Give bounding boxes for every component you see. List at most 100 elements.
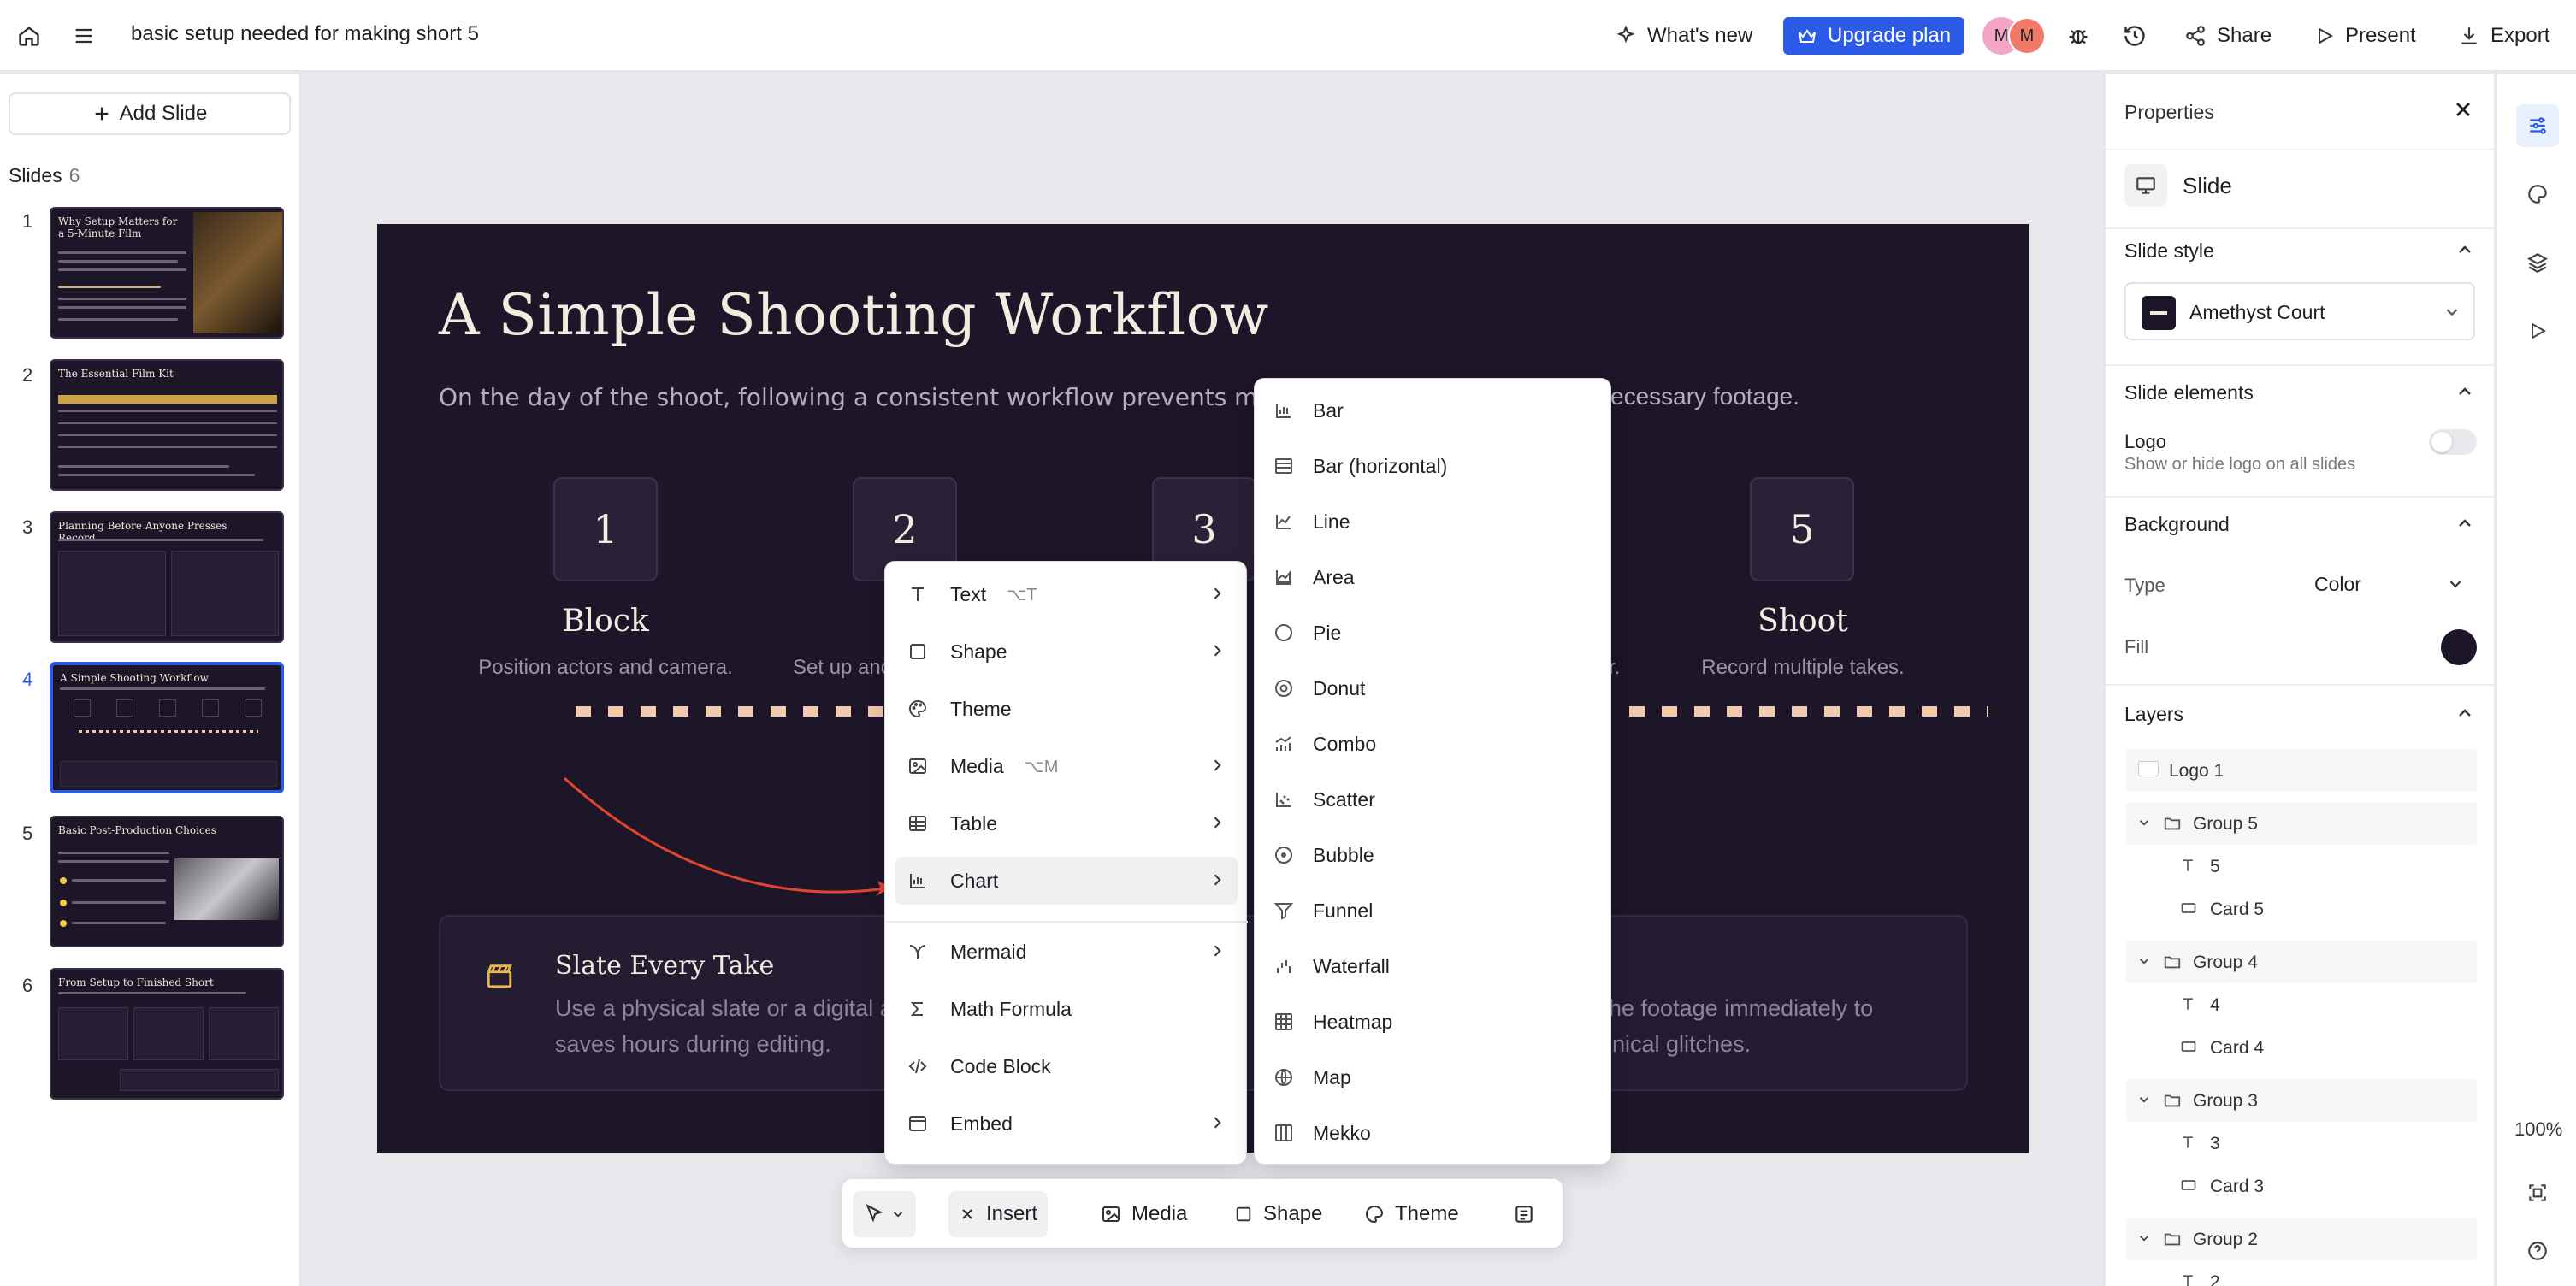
bar-chart-icon <box>907 870 938 891</box>
layer-row[interactable]: 3 <box>2126 1122 2477 1165</box>
layers-icon[interactable] <box>2516 241 2559 284</box>
play-icon[interactable] <box>2516 310 2559 352</box>
media-button[interactable]: Media <box>1090 1191 1197 1237</box>
menu-item-embed[interactable]: Embed <box>895 1100 1238 1147</box>
chart-option-combo[interactable]: Combo <box>1265 719 1602 769</box>
slide-thumbnail[interactable]: Why Setup Matters for a 5-Minute Film <box>50 207 284 339</box>
chart-option-mekko[interactable]: Mekko <box>1265 1108 1602 1158</box>
chart-option-scatter[interactable]: Scatter <box>1265 775 1602 824</box>
slide-thumbnail[interactable]: A Simple Shooting Workflow <box>50 662 284 793</box>
menu-item-code-block[interactable]: Code Block <box>895 1042 1238 1090</box>
slide-elements-heading[interactable]: Slide elements <box>2124 381 2254 404</box>
help-icon[interactable] <box>2516 1230 2559 1272</box>
menu-item-table[interactable]: Table <box>895 799 1238 847</box>
slide-subtitle[interactable]: On the day of the shoot, following a con… <box>439 383 1315 411</box>
menu-item-media[interactable]: Media ⌥M <box>895 742 1238 790</box>
slide-thumbnail[interactable]: Basic Post-Production Choices <box>50 816 284 947</box>
notes-icon <box>1513 1203 1535 1225</box>
menu-item-shape[interactable]: Shape <box>895 628 1238 675</box>
chart-option-pie[interactable]: Pie <box>1265 608 1602 658</box>
insert-button[interactable]: Insert <box>948 1191 1049 1237</box>
embed-icon <box>907 1113 938 1134</box>
chart-option-waterfall[interactable]: Waterfall <box>1265 941 1602 991</box>
sliders-icon[interactable] <box>2516 104 2559 147</box>
theme-button[interactable]: Theme <box>1354 1191 1469 1237</box>
document-title[interactable]: basic setup needed for making short 5 <box>131 22 479 46</box>
chevron-up-icon[interactable] <box>2455 703 2475 723</box>
step-title[interactable]: Shoot <box>1758 604 1848 639</box>
menu-icon[interactable] <box>67 19 101 53</box>
layer-row[interactable]: Group 2 <box>2126 1218 2477 1260</box>
chart-option-map[interactable]: Map <box>1265 1053 1602 1102</box>
chevron-down-icon[interactable] <box>2136 1092 2152 1107</box>
close-icon[interactable] <box>2451 97 2475 121</box>
slide-title[interactable]: A Simple Shooting Workflow <box>439 282 1269 348</box>
chart-option-bar[interactable]: Bar <box>1265 386 1602 435</box>
home-icon[interactable] <box>12 19 46 53</box>
chevron-up-icon[interactable] <box>2455 513 2475 534</box>
chevron-down-icon[interactable] <box>2136 953 2152 969</box>
step-description[interactable]: Set up and <box>793 656 892 680</box>
menu-item-math-formula[interactable]: Math Formula <box>895 985 1238 1033</box>
step-title[interactable]: Block <box>562 604 649 639</box>
layer-row[interactable]: Card 5 <box>2126 888 2477 930</box>
shape-button[interactable]: Shape <box>1224 1191 1332 1237</box>
slide-thumbnail[interactable]: The Essential Film Kit <box>50 359 284 491</box>
step-description[interactable]: Position actors and camera. <box>478 656 732 680</box>
chevron-down-icon[interactable] <box>2136 1230 2152 1246</box>
share-button[interactable]: Share <box>2176 15 2280 56</box>
menu-item-text[interactable]: Text ⌥T <box>895 570 1238 618</box>
background-heading[interactable]: Background <box>2124 513 2230 536</box>
layers-heading[interactable]: Layers <box>2124 703 2183 726</box>
slide-thumbnail[interactable]: From Setup to Finished Short <box>50 968 284 1100</box>
chart-option-donut[interactable]: Donut <box>1265 664 1602 713</box>
menu-item-shortcut: ⌥T <box>1007 585 1037 605</box>
layer-row[interactable]: 4 <box>2126 983 2477 1026</box>
folder-icon <box>2162 814 2183 833</box>
layer-row[interactable]: 2 <box>2126 1260 2477 1286</box>
export-button[interactable]: Export <box>2449 15 2558 56</box>
palette-icon[interactable] <box>2516 173 2559 215</box>
chart-option-heatmap[interactable]: Heatmap <box>1265 997 1602 1047</box>
chart-option-bubble[interactable]: Bubble <box>1265 830 1602 880</box>
chart-option-bar-horizontal[interactable]: Bar (horizontal) <box>1265 441 1602 491</box>
layer-row[interactable]: Card 4 <box>2126 1026 2477 1069</box>
layer-row[interactable]: Group 3 <box>2126 1079 2477 1122</box>
fit-screen-icon[interactable] <box>2516 1171 2559 1214</box>
layer-row[interactable]: Group 5 <box>2126 802 2477 845</box>
bug-icon[interactable] <box>2061 19 2095 53</box>
step-number-card[interactable]: 5 <box>1750 477 1854 581</box>
chevron-up-icon[interactable] <box>2455 239 2475 260</box>
select-tool-button[interactable] <box>853 1191 916 1237</box>
image-icon <box>1101 1204 1121 1224</box>
step-description[interactable]: Record multiple takes. <box>1701 656 1904 680</box>
avatar[interactable]: M <box>2008 17 2046 55</box>
layer-row[interactable]: 5 <box>2126 845 2477 888</box>
menu-item-theme[interactable]: Theme <box>895 685 1238 733</box>
style-select[interactable]: Amethyst Court <box>2124 282 2475 340</box>
menu-item-chart[interactable]: Chart <box>895 857 1238 905</box>
add-slide-button[interactable]: Add Slide <box>9 92 291 135</box>
slide-number: 4 <box>22 669 33 690</box>
fill-color-swatch[interactable] <box>2441 629 2477 665</box>
whats-new-button[interactable]: What's new <box>1606 15 1761 56</box>
layer-row[interactable]: Card 3 <box>2126 1165 2477 1207</box>
background-type-select[interactable]: Color <box>2294 559 2477 609</box>
upgrade-plan-button[interactable]: Upgrade plan <box>1783 17 1965 55</box>
chevron-up-icon[interactable] <box>2455 381 2475 402</box>
chevron-down-icon[interactable] <box>2136 815 2152 830</box>
menu-item-mermaid[interactable]: Mermaid <box>895 928 1238 976</box>
layer-row[interactable]: Logo 1 <box>2126 749 2477 792</box>
slide-thumbnail[interactable]: Planning Before Anyone Presses Record <box>50 511 284 643</box>
chart-option-area[interactable]: Area <box>1265 552 1602 602</box>
zoom-level[interactable]: 100% <box>2514 1118 2562 1141</box>
history-icon[interactable] <box>2118 19 2152 53</box>
logo-toggle[interactable] <box>2429 429 2477 455</box>
slide-style-heading[interactable]: Slide style <box>2124 239 2214 263</box>
chart-option-line[interactable]: Line <box>1265 497 1602 546</box>
layer-row[interactable]: Group 4 <box>2126 941 2477 983</box>
notes-button[interactable] <box>1503 1191 1545 1237</box>
chart-option-funnel[interactable]: Funnel <box>1265 886 1602 935</box>
step-number-card[interactable]: 1 <box>553 477 658 581</box>
present-button[interactable]: Present <box>2306 15 2425 56</box>
